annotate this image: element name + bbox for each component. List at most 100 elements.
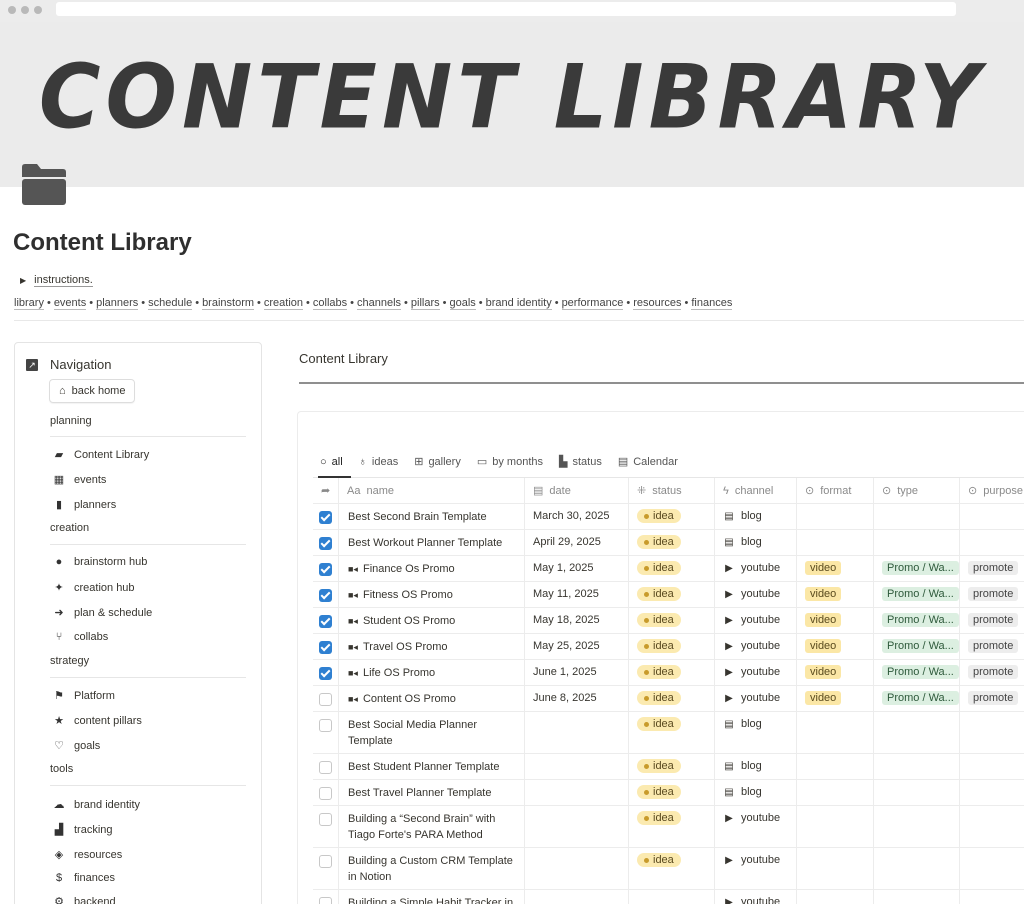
select-cell[interactable] — [313, 634, 339, 659]
row-checkbox[interactable] — [319, 563, 332, 576]
date-cell[interactable] — [525, 890, 629, 904]
table-row[interactable]: Best Workout Planner Template April 29, 2… — [313, 530, 1024, 556]
row-name[interactable]: ■◂ Travel OS Promo — [348, 639, 456, 655]
format-cell[interactable]: video — [797, 556, 874, 581]
channel-cell[interactable]: ▶ youtube — [715, 686, 797, 711]
tab-gallery[interactable]: ⊞ gallery — [414, 455, 461, 469]
channel-cell[interactable]: ▶ youtube — [715, 806, 797, 847]
select-cell[interactable] — [313, 582, 339, 607]
window-zoom-dot[interactable] — [34, 6, 42, 14]
select-cell[interactable] — [313, 848, 339, 889]
select-cell[interactable] — [313, 686, 339, 711]
channel-cell[interactable]: ▤ blog — [715, 754, 797, 779]
date-cell[interactable]: May 11, 2025 — [525, 582, 629, 607]
date-cell[interactable]: April 29, 2025 — [525, 530, 629, 555]
status-cell[interactable]: idea — [629, 608, 715, 633]
purpose-cell[interactable] — [960, 754, 1024, 779]
purpose-cell[interactable] — [960, 780, 1024, 805]
row-name[interactable]: Best Student Planner Template — [348, 759, 507, 775]
instructions-toggle[interactable]: ▶ instructions. — [20, 274, 93, 287]
type-cell[interactable]: Promo / Wa... — [874, 686, 960, 711]
table-row[interactable]: ■◂ Life OS Promo June 1, 2025 idea ▶ youtube v… — [313, 660, 1024, 686]
purpose-cell[interactable]: promote — [960, 582, 1024, 607]
row-checkbox[interactable] — [319, 719, 332, 732]
row-checkbox[interactable] — [319, 615, 332, 628]
name-cell[interactable]: ■◂ Student OS Promo — [339, 608, 525, 633]
status-cell[interactable]: idea — [629, 848, 715, 889]
select-cell[interactable] — [313, 660, 339, 685]
row-name[interactable]: ■◂ Content OS Promo — [348, 691, 464, 707]
type-cell[interactable]: Promo / Wa... — [874, 556, 960, 581]
row-checkbox[interactable] — [319, 813, 332, 826]
select-cell[interactable] — [313, 530, 339, 555]
tab-calendar[interactable]: ▤ Calendar — [618, 455, 678, 469]
link-library[interactable]: library — [14, 297, 44, 310]
type-cell[interactable] — [874, 806, 960, 847]
select-cell[interactable] — [313, 712, 339, 753]
status-cell[interactable]: idea — [629, 556, 715, 581]
date-cell[interactable] — [525, 712, 629, 753]
select-cell[interactable] — [313, 780, 339, 805]
tab-by-months[interactable]: ▭ by months — [477, 455, 543, 469]
status-cell[interactable] — [629, 890, 715, 904]
date-cell[interactable]: March 30, 2025 — [525, 504, 629, 529]
row-checkbox[interactable] — [319, 693, 332, 706]
nav-item-content-library[interactable]: ▰ Content Library — [52, 448, 149, 462]
name-cell[interactable]: Best Workout Planner Template — [339, 530, 525, 555]
link-brand-identity[interactable]: brand identity — [485, 297, 552, 310]
link-goals[interactable]: goals — [449, 297, 476, 310]
table-row[interactable]: ■◂ Student OS Promo May 18, 2025 idea ▶ youtu… — [313, 608, 1024, 634]
type-cell[interactable]: Promo / Wa... — [874, 634, 960, 659]
type-cell[interactable]: Promo / Wa... — [874, 582, 960, 607]
table-row[interactable]: ■◂ Fitness OS Promo May 11, 2025 idea ▶ youtu… — [313, 582, 1024, 608]
purpose-cell[interactable]: promote — [960, 556, 1024, 581]
row-name[interactable]: ■◂ Student OS Promo — [348, 613, 463, 629]
name-cell[interactable]: Best Social Media Planner Template — [339, 712, 525, 753]
linked-database-title[interactable]: Content Library — [299, 351, 388, 366]
purpose-cell[interactable] — [960, 848, 1024, 889]
select-cell[interactable] — [313, 754, 339, 779]
link-schedule[interactable]: schedule — [148, 297, 193, 310]
type-cell[interactable] — [874, 504, 960, 529]
table-row[interactable]: Building a Custom CRM Template in Notion… — [313, 848, 1024, 890]
row-name[interactable]: Building a Custom CRM Template in Notion — [348, 853, 524, 885]
status-cell[interactable]: idea — [629, 712, 715, 753]
format-cell[interactable] — [797, 848, 874, 889]
nav-item-plan-schedule[interactable]: ➜ plan & schedule — [52, 606, 152, 620]
name-cell[interactable]: ■◂ Finance Os Promo — [339, 556, 525, 581]
format-cell[interactable]: video — [797, 608, 874, 633]
format-cell[interactable]: video — [797, 634, 874, 659]
link-channels[interactable]: channels — [357, 297, 402, 310]
table-row[interactable]: ■◂ Content OS Promo June 8, 2025 idea ▶ youtu… — [313, 686, 1024, 712]
channel-cell[interactable]: ▶ youtube — [715, 634, 797, 659]
status-cell[interactable]: idea — [629, 754, 715, 779]
status-cell[interactable]: idea — [629, 504, 715, 529]
name-cell[interactable]: Building a Simple Habit Tracker in — [339, 890, 525, 904]
row-name[interactable]: ■◂ Fitness OS Promo — [348, 587, 461, 603]
nav-item-brainstorm-hub[interactable]: ● brainstorm hub — [52, 556, 148, 568]
purpose-cell[interactable]: promote — [960, 660, 1024, 685]
status-cell[interactable]: idea — [629, 806, 715, 847]
window-close-dot[interactable] — [8, 6, 16, 14]
nav-item-planners[interactable]: ▮ planners — [52, 498, 116, 512]
format-cell[interactable]: video — [797, 660, 874, 685]
row-checkbox[interactable] — [319, 855, 332, 868]
type-cell[interactable] — [874, 890, 960, 904]
row-checkbox[interactable] — [319, 589, 332, 602]
row-checkbox[interactable] — [319, 667, 332, 680]
link-creation[interactable]: creation — [263, 297, 304, 310]
select-cell[interactable] — [313, 556, 339, 581]
name-cell[interactable]: Best Travel Planner Template — [339, 780, 525, 805]
purpose-cell[interactable]: promote — [960, 686, 1024, 711]
name-cell[interactable]: ■◂ Travel OS Promo — [339, 634, 525, 659]
folder-icon[interactable] — [20, 163, 68, 207]
date-cell[interactable]: May 25, 2025 — [525, 634, 629, 659]
name-cell[interactable]: Building a Custom CRM Template in Notion — [339, 848, 525, 889]
row-name[interactable]: Best Workout Planner Template — [348, 535, 510, 551]
tab-status[interactable]: ▙ status — [559, 455, 602, 469]
date-cell[interactable] — [525, 780, 629, 805]
tab-ideas[interactable]: ♁ ideas — [359, 455, 399, 468]
row-name[interactable]: Building a Simple Habit Tracker in — [348, 895, 521, 904]
link-events[interactable]: events — [53, 297, 87, 310]
status-cell[interactable]: idea — [629, 634, 715, 659]
